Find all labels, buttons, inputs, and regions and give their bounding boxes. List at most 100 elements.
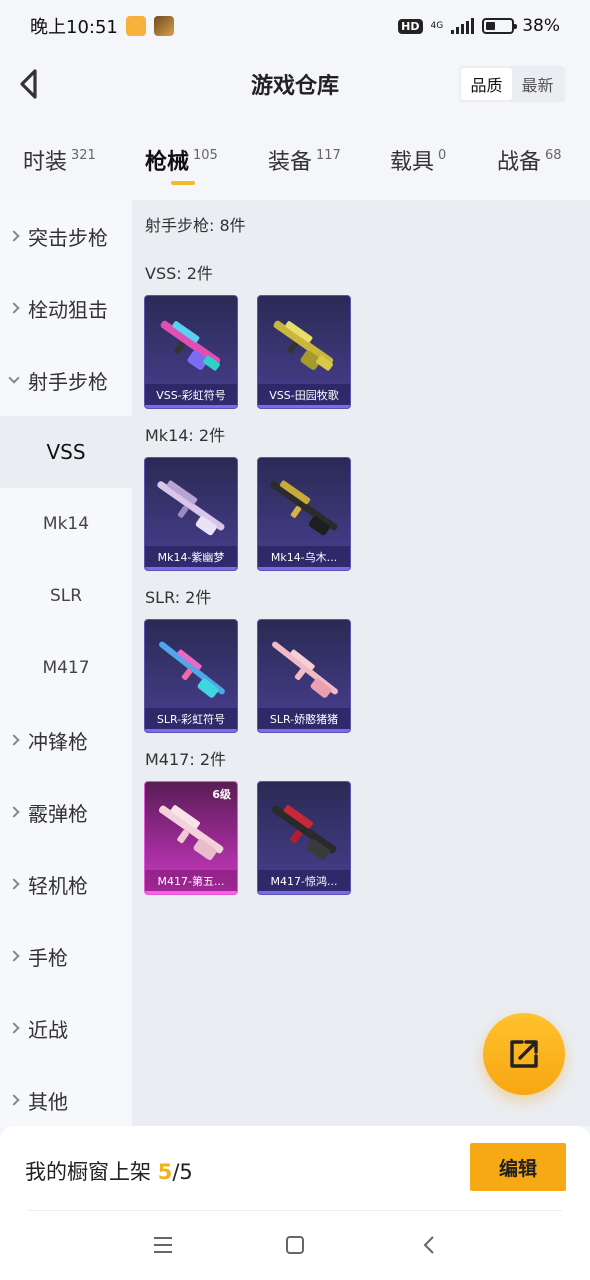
rarity-bar — [258, 405, 350, 408]
tab-gear[interactable]: 战备 68 — [497, 144, 562, 176]
rifle-skin-icon — [271, 805, 337, 861]
back-nav-button[interactable] — [415, 1230, 445, 1260]
group-title-m417: M417: 2件 — [145, 750, 227, 769]
sidebar-subitem-vss[interactable]: VSS — [0, 416, 132, 488]
tab-label: 战备 — [497, 150, 542, 175]
sidebar-subitem-slr[interactable]: SLR — [0, 560, 132, 632]
sidebar-item-label: 轻机枪 — [28, 873, 88, 898]
network-type: 4G — [430, 21, 444, 31]
level-badge: 6级 — [212, 788, 231, 801]
showcase-count: 5 — [157, 1160, 173, 1184]
battery-icon — [482, 18, 518, 34]
tab-count: 321 — [71, 148, 96, 163]
sort-quality-button[interactable]: 品质 — [461, 68, 512, 100]
sidebar-item-label: 射手步枪 — [28, 369, 108, 394]
sort-newest-button[interactable]: 最新 — [512, 68, 563, 100]
divider — [28, 1210, 562, 1211]
sidebar-item-label: 栓动狙击 — [28, 297, 108, 322]
chevron-right-icon — [8, 878, 20, 890]
group-title-slr: SLR: 2件 — [145, 588, 212, 607]
showcase-status: 我的橱窗上架 5/5 — [25, 1156, 193, 1186]
hd-icon: HD — [398, 18, 423, 34]
sidebar-item-label: 霰弹枪 — [28, 801, 88, 826]
chevron-down-icon — [8, 372, 20, 384]
item-card[interactable]: SLR-彩虹符号 — [144, 619, 238, 733]
chevron-right-icon — [8, 230, 20, 242]
status-bar: 晚上10:51 HD 4G 38% — [0, 0, 590, 52]
sidebar-item-bolt-sniper[interactable]: 栓动狙击 — [0, 272, 132, 344]
rarity-bar — [145, 729, 237, 732]
back-chevron-icon — [423, 1236, 434, 1254]
tab-label: 枪械 — [145, 150, 190, 175]
tab-vehicles[interactable]: 载具 0 — [390, 144, 446, 176]
status-indicators: HD 4G 38% — [398, 16, 560, 36]
sidebar: 突击步枪 栓动狙击 射手步枪 VSS Mk14 SLR M417 冲锋枪 霰弹枪… — [0, 200, 132, 1126]
group-title-mk14: Mk14: 2件 — [145, 426, 226, 445]
sidebar-item-smg[interactable]: 冲锋枪 — [0, 704, 132, 776]
game-app-icon — [153, 16, 174, 36]
rifle-skin-icon — [272, 641, 338, 698]
notification-app-icon — [125, 16, 146, 36]
chevron-right-icon — [8, 1094, 20, 1106]
chevron-right-icon — [8, 1022, 20, 1034]
share-fab[interactable] — [483, 1013, 565, 1095]
menu-icon — [154, 1237, 172, 1253]
tab-active-indicator — [171, 181, 195, 185]
sidebar-item-label: 冲锋枪 — [28, 729, 88, 754]
tab-label: 装备 — [268, 150, 313, 175]
sidebar-item-label: 近战 — [28, 1017, 68, 1042]
rifle-skin-icon — [159, 641, 225, 698]
rifle-skin-icon — [160, 320, 221, 371]
sidebar-item-label: 手枪 — [28, 945, 68, 970]
header: 游戏仓库 品质 最新 — [0, 52, 590, 116]
showcase-bar: 我的橱窗上架 5/5 编辑 — [0, 1126, 590, 1212]
sidebar-item-melee[interactable]: 近战 — [0, 992, 132, 1064]
rifle-skin-icon — [273, 320, 334, 371]
tab-equipment[interactable]: 装备 117 — [268, 144, 341, 176]
tab-outfits[interactable]: 时装 321 — [23, 144, 96, 176]
chevron-right-icon — [8, 950, 20, 962]
chevron-right-icon — [8, 806, 20, 818]
home-nav-button[interactable] — [280, 1230, 310, 1260]
home-square-icon — [286, 1236, 304, 1254]
sidebar-item-assault-rifle[interactable]: 突击步枪 — [0, 200, 132, 272]
chevron-right-icon — [8, 302, 20, 314]
sidebar-item-label: 其他 — [28, 1089, 68, 1114]
tab-count: 105 — [193, 148, 218, 163]
sidebar-subitem-m417[interactable]: M417 — [0, 632, 132, 704]
sidebar-item-lmg[interactable]: 轻机枪 — [0, 848, 132, 920]
section-title: 射手步枪: 8件 — [145, 216, 246, 235]
item-card[interactable]: SLR-娇憨猪猪 — [257, 619, 351, 733]
sidebar-subitem-mk14[interactable]: Mk14 — [0, 488, 132, 560]
group-title-vss: VSS: 2件 — [145, 264, 213, 283]
edit-button[interactable]: 编辑 — [470, 1143, 566, 1191]
tab-label: 时装 — [23, 150, 68, 175]
item-card[interactable]: M417-惊鸿... — [257, 781, 351, 895]
tab-label: 载具 — [390, 150, 435, 175]
chevron-right-icon — [8, 734, 20, 746]
menu-nav-button[interactable] — [148, 1230, 178, 1260]
item-card[interactable]: 6级 M417-第五... — [144, 781, 238, 895]
tab-firearms[interactable]: 枪械 105 — [145, 144, 218, 176]
rarity-bar — [258, 567, 350, 570]
sort-toggle: 品质 最新 — [459, 66, 565, 102]
tab-count: 117 — [316, 148, 341, 163]
item-card[interactable]: Mk14-乌木... — [257, 457, 351, 571]
showcase-total: /5 — [172, 1160, 193, 1184]
showcase-label: 我的橱窗上架 — [25, 1160, 151, 1184]
rarity-bar — [145, 891, 237, 894]
rifle-skin-icon — [158, 805, 224, 861]
rifle-skin-icon — [270, 480, 338, 536]
item-card[interactable]: Mk14-紫幽梦 — [144, 457, 238, 571]
signal-icon — [451, 18, 475, 34]
sidebar-item-marksman-rifle[interactable]: 射手步枪 — [0, 344, 132, 416]
sidebar-item-pistol[interactable]: 手枪 — [0, 920, 132, 992]
external-link-icon — [510, 1040, 538, 1068]
item-card[interactable]: VSS-田园牧歌 — [257, 295, 351, 409]
sidebar-item-shotgun[interactable]: 霰弹枪 — [0, 776, 132, 848]
system-nav-bar — [0, 1212, 590, 1280]
sidebar-item-label: 突击步枪 — [28, 225, 108, 250]
item-card[interactable]: VSS-彩虹符号 — [144, 295, 238, 409]
tab-count: 0 — [438, 148, 447, 163]
item-grid-panel: 射手步枪: 8件 VSS: 2件 VSS-彩虹符号 VSS-田园牧歌 Mk14:… — [132, 200, 590, 1126]
